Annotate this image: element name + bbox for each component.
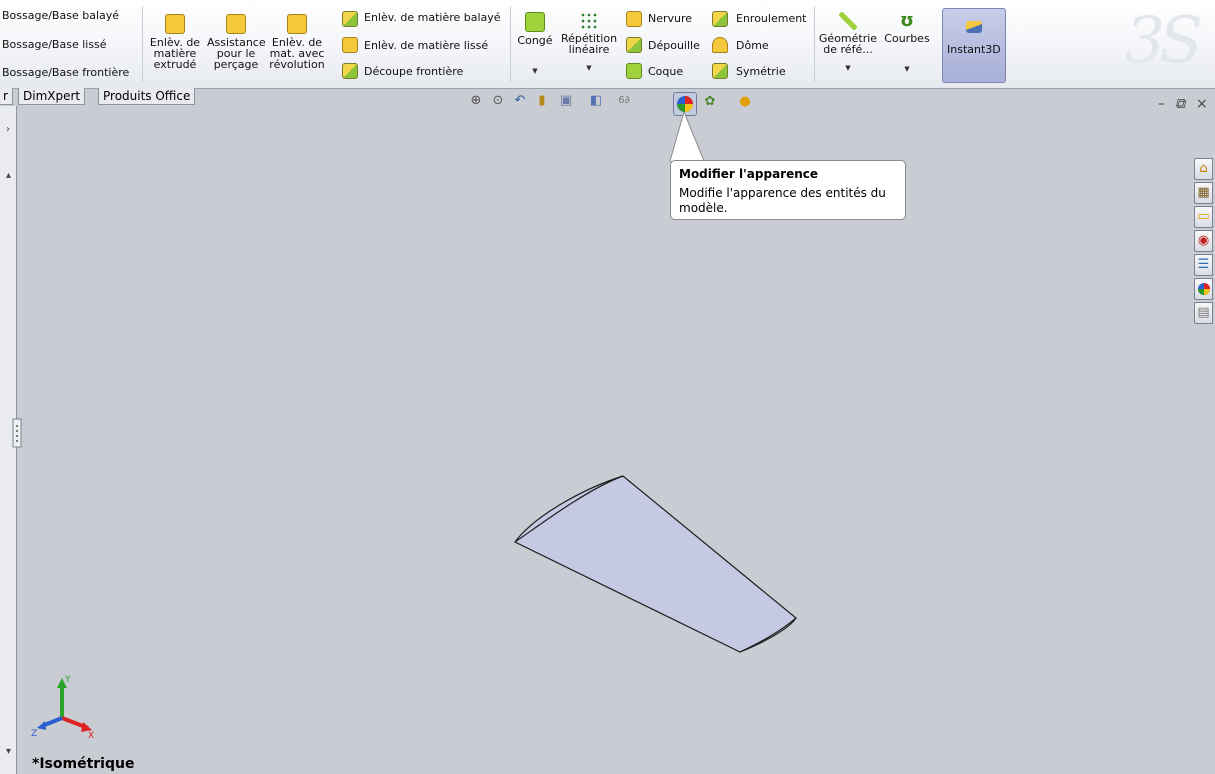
tab-produits-office[interactable]: Produits Office [98,88,196,105]
repetition-lineaire-button[interactable]: Répétition linéaire ▼ [560,12,618,74]
lofted-cut-icon [342,37,358,53]
apply-scene-icon[interactable]: ✿ [701,93,719,111]
model-surface[interactable] [505,470,805,655]
separator [814,6,815,82]
scroll-down-icon[interactable]: ▾ [6,746,11,757]
depouille-button[interactable]: Dépouille [648,39,700,52]
linear-pattern-icon [580,12,598,30]
coque-button[interactable]: Coque [648,65,683,78]
search-results-icon[interactable]: ◉ [1194,230,1213,252]
zoom-to-fit-icon[interactable]: ⊕ [467,92,485,110]
rib-icon [626,11,642,27]
wrap-icon [712,11,728,27]
ds-logo: 3S [1124,4,1203,78]
enlev-revolution-button[interactable]: Enlèv. de mat. avec révolution [267,14,327,70]
chevron-down-icon[interactable]: ▼ [560,63,618,74]
zoom-to-area-icon[interactable]: ⊙ [489,92,507,110]
view-orientation-icon[interactable]: ▣ [557,92,575,110]
nervure-button[interactable]: Nervure [648,12,692,25]
bossage-frontiere-button[interactable]: Bossage/Base frontière [2,66,129,79]
draft-icon [626,37,642,53]
enlev-lisse-button[interactable]: Enlèv. de matière lissé [364,39,488,52]
chevron-down-icon[interactable]: ▼ [818,63,878,74]
enlev-extrude-button[interactable]: Enlèv. de matière extrudé [147,14,203,70]
tab-dimxpert[interactable]: DimXpert [18,88,86,105]
hole-wizard-icon [226,14,246,34]
previous-view-icon[interactable]: ↶ [511,92,529,110]
geometrie-reference-button[interactable]: Géométrie de réfé... ▼ [818,12,878,74]
instant3d-button[interactable]: Instant3D [942,8,1006,83]
axis-z-label: Z [31,729,37,739]
chevron-right-icon[interactable]: › [6,124,10,135]
shell-icon [626,63,642,79]
command-manager-ribbon: Bossage/Base balayé Bossage/Base lissé B… [0,0,1215,89]
home-icon[interactable]: ⌂ [1194,158,1213,180]
enroulement-button[interactable]: Enroulement [736,12,807,25]
restore-icon[interactable]: ⧉ [1175,96,1185,112]
panel-splitter-handle[interactable] [7,418,27,448]
tooltip-title: Modifier l'apparence [679,167,819,181]
extruded-cut-icon [165,14,185,34]
fillet-icon [525,12,545,32]
close-icon[interactable]: × [1196,96,1208,112]
custom-properties-icon[interactable]: ▤ [1194,302,1213,324]
file-explorer-icon[interactable]: ▭ [1194,206,1213,228]
minimize-icon[interactable]: – [1158,96,1165,112]
reference-geometry-icon [839,12,857,30]
symetrie-button[interactable]: Symétrie [736,65,786,78]
instant3d-icon [966,21,982,33]
chevron-down-icon[interactable]: ▼ [515,66,555,77]
revolved-cut-icon [287,14,307,34]
axis-y-label: Y [64,675,71,685]
axis-x-label: X [88,731,94,741]
separator [142,6,143,82]
enlev-balaye-button[interactable]: Enlèv. de matière balayé [364,11,501,24]
dome-button[interactable]: Dôme [736,39,769,52]
tooltip-description: Modifie l'apparence des entités du modèl… [679,186,886,215]
display-style-icon[interactable]: ◧ [587,92,605,110]
swept-cut-icon [342,11,358,27]
bossage-lisse-button[interactable]: Bossage/Base lissé [2,38,107,51]
view-triad: Y X Z [31,675,94,741]
scroll-up-icon[interactable]: ▴ [6,170,11,181]
view-settings-icon[interactable]: ● [736,93,754,111]
curves-icon: ʊ [900,10,914,31]
separator [510,6,511,82]
design-library-icon[interactable]: ▦ [1194,182,1213,204]
assistance-percage-button[interactable]: Assistance pour le perçage [207,14,266,70]
view-orientation-label: *Isométrique [32,756,135,772]
decoupe-frontiere-button[interactable]: Découpe frontière [364,65,463,78]
tooltip-pointer [669,112,705,162]
chevron-down-icon[interactable]: ▼ [882,64,932,75]
bossage-balaye-button[interactable]: Bossage/Base balayé [2,9,119,22]
courbes-button[interactable]: ʊ Courbes ▼ [882,12,932,75]
section-view-icon[interactable]: ▮ [533,92,551,110]
appearances-icon[interactable] [1194,278,1213,300]
boundary-cut-icon [342,63,358,79]
conge-button[interactable]: Congé ▼ [515,12,555,77]
view-palette-icon[interactable]: ☰ [1194,254,1213,276]
mirror-icon [712,63,728,79]
dome-icon [712,37,728,53]
tab-truncated[interactable]: r [0,88,13,105]
tooltip: Modifier l'apparence Modifie l'apparence… [670,160,906,220]
hide-show-items-icon[interactable]: 6∂ [615,92,633,110]
